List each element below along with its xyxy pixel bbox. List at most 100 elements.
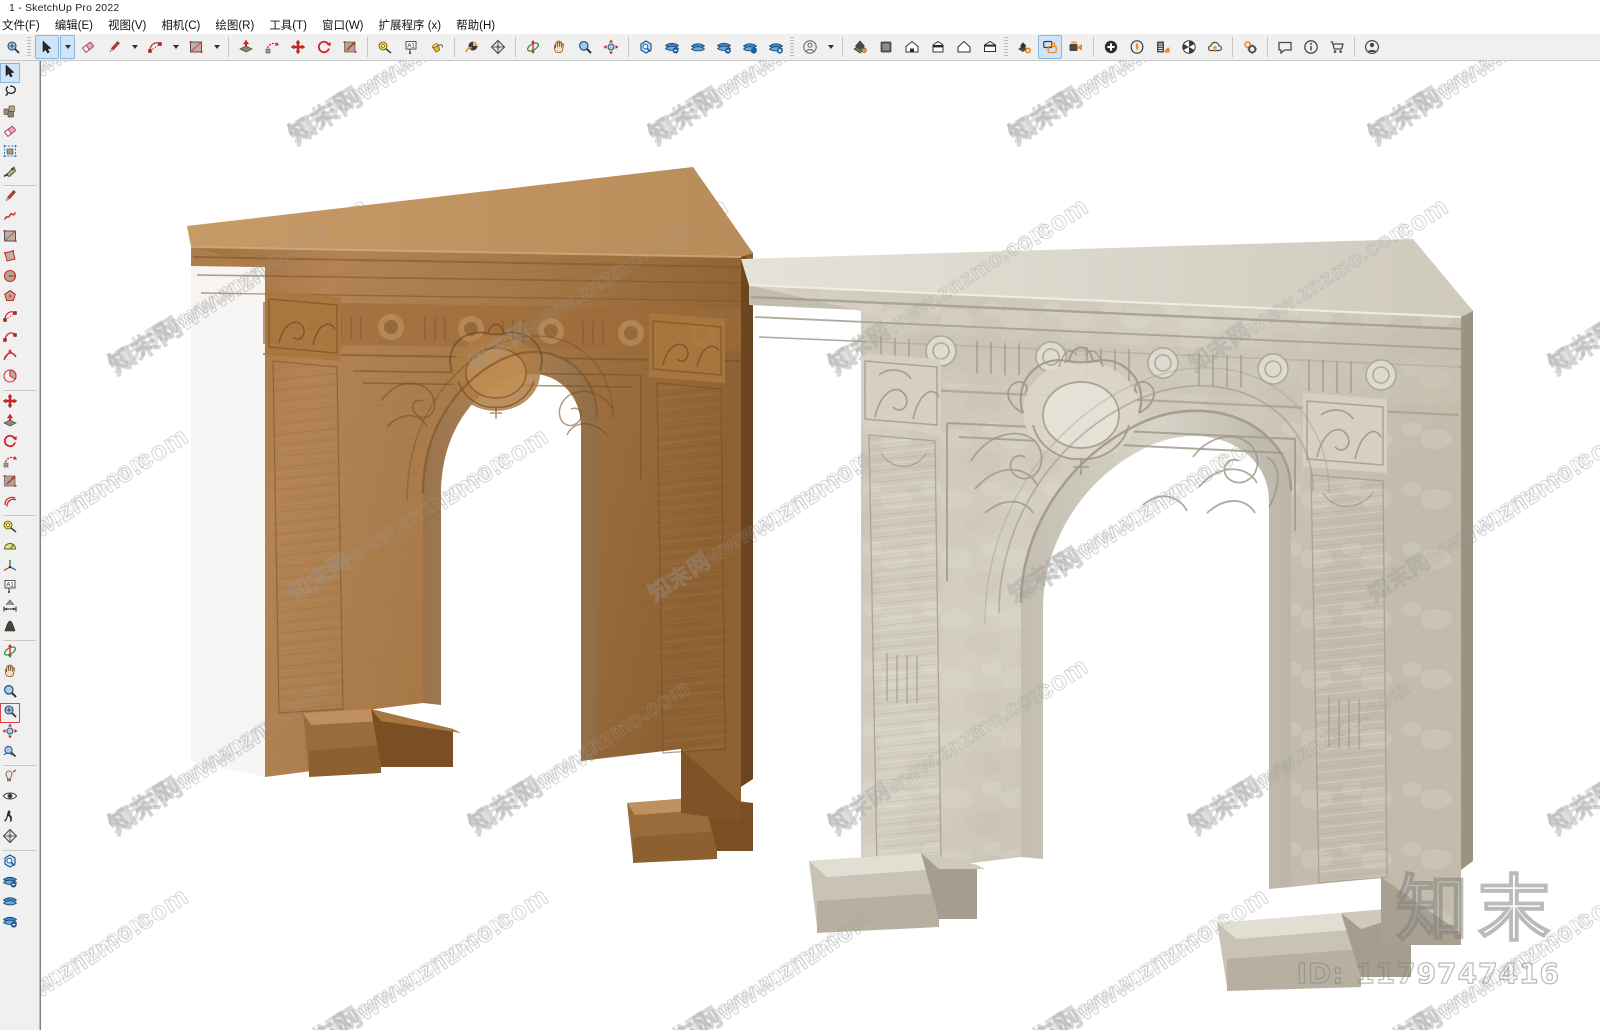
lt-scale-tool[interactable] [0, 473, 20, 493]
split-button[interactable] [764, 35, 788, 59]
lt-eraser-tool[interactable] [0, 123, 20, 143]
vray-light-button[interactable] [1125, 35, 1149, 59]
text-tool-button[interactable]: A1 [399, 35, 423, 59]
lt-rotate-tool[interactable] [0, 433, 20, 453]
solid-inspector-button[interactable] [634, 35, 658, 59]
lt-subtract-tool[interactable] [0, 913, 20, 933]
chevron-down-icon[interactable] [209, 35, 224, 59]
lt-offset-tool[interactable] [0, 493, 20, 513]
account-button[interactable] [798, 35, 822, 59]
lt-zoom-window-tool[interactable] [0, 723, 20, 743]
lt-tape-measure-tool[interactable] [0, 518, 20, 538]
arc-tool-button[interactable] [143, 35, 167, 59]
scale-tool-button[interactable] [338, 35, 362, 59]
settings-button[interactable] [1238, 35, 1262, 59]
lt-make-component-tool[interactable] [0, 103, 20, 123]
profile-button[interactable] [1360, 35, 1384, 59]
vray-add-button[interactable] [1099, 35, 1123, 59]
materials-button[interactable] [460, 35, 484, 59]
chevron-down-icon[interactable] [60, 35, 75, 59]
menu-camera[interactable]: 相机(C) [154, 15, 207, 35]
pushpull-tool-button[interactable] [234, 35, 258, 59]
scenes-video-button[interactable] [1064, 35, 1088, 59]
eraser-tool-button[interactable] [76, 35, 100, 59]
subtract-button[interactable] [712, 35, 736, 59]
zoom-tool-button[interactable] [573, 35, 597, 59]
lt-move-tool[interactable] [0, 393, 20, 413]
store-button[interactable] [1325, 35, 1349, 59]
move-tool-button[interactable] [286, 35, 310, 59]
lt-intersect-tool[interactable] [0, 873, 20, 893]
lt-text-tool[interactable]: A1 [0, 578, 20, 598]
menu-help[interactable]: 帮助(H) [449, 15, 502, 35]
lt-position-camera-tool[interactable] [0, 768, 20, 788]
lt-previous-view-tool[interactable] [0, 743, 20, 763]
right-view-button[interactable] [900, 35, 924, 59]
lt-tag-tool[interactable] [0, 163, 20, 183]
rotate-tool-button[interactable] [312, 35, 336, 59]
paint-bucket-button[interactable] [425, 35, 449, 59]
modeling-viewport[interactable]: 知末网www.znzmo.com 知末网www.znzmo.com 知末网www.z… [41, 61, 1600, 1030]
lt-rotated-rectangle-tool[interactable] [0, 248, 20, 268]
vray-asset-editor-button[interactable] [1151, 35, 1175, 59]
menu-draw[interactable]: 绘图(R) [208, 15, 261, 35]
tape-measure-button[interactable] [373, 35, 397, 59]
lt-pan-tool[interactable] [0, 663, 20, 683]
rectangle-tool-button[interactable] [184, 35, 208, 59]
lt-freehand-tool[interactable] [0, 208, 20, 228]
trim-button[interactable] [738, 35, 762, 59]
front-view-button[interactable] [874, 35, 898, 59]
union-button[interactable] [686, 35, 710, 59]
iso-view-button[interactable] [848, 35, 872, 59]
lt-select-tool[interactable] [0, 63, 20, 83]
sync-model-button[interactable] [1038, 35, 1062, 59]
lt-zoom-tool[interactable] [0, 683, 20, 703]
lt-axes-tool[interactable] [0, 558, 20, 578]
lt-dimension-tool[interactable] [0, 598, 20, 618]
menu-view[interactable]: 视图(V) [101, 15, 153, 35]
intersect-button[interactable] [660, 35, 684, 59]
lt-look-around-tool[interactable] [0, 788, 20, 808]
left-view-button[interactable] [952, 35, 976, 59]
zoom-extents-button[interactable] [1, 35, 25, 59]
lt-solid-inspector-tool[interactable] [0, 853, 20, 873]
chevron-down-icon[interactable] [127, 35, 142, 59]
lt-pie-tool[interactable] [0, 368, 20, 388]
vray-cloud-button[interactable] [1203, 35, 1227, 59]
lt-rectangle-tool[interactable] [0, 228, 20, 248]
line-tool-button[interactable] [102, 35, 126, 59]
menu-extensions[interactable]: 扩展程序 (x) [372, 15, 449, 35]
lt-pushpull-tool[interactable] [0, 413, 20, 433]
top-view-button[interactable] [978, 35, 1002, 59]
feedback-button[interactable] [1273, 35, 1297, 59]
lt-polygon-tool[interactable] [0, 288, 20, 308]
back-view-button[interactable] [926, 35, 950, 59]
info-button[interactable] [1299, 35, 1323, 59]
lt-union-tool[interactable] [0, 893, 20, 913]
select-tool-button[interactable] [35, 35, 59, 59]
chevron-down-icon[interactable] [823, 35, 838, 59]
lt-orbit-tool[interactable] [0, 643, 20, 663]
lt-arc-tool[interactable] [0, 308, 20, 328]
lt-3point-arc-tool[interactable] [0, 348, 20, 368]
vray-render-button[interactable] [1177, 35, 1201, 59]
followme-tool-button[interactable] [260, 35, 284, 59]
lt-circle-tool[interactable] [0, 268, 20, 288]
pan-tool-button[interactable] [547, 35, 571, 59]
chevron-down-icon[interactable] [168, 35, 183, 59]
lt-protractor-tool[interactable] [0, 538, 20, 558]
lt-2point-arc-tool[interactable] [0, 328, 20, 348]
lt-line-tool[interactable] [0, 188, 20, 208]
orbit-tool-button[interactable] [521, 35, 545, 59]
lt-3dtext-tool[interactable] [0, 618, 20, 638]
lt-section-plane-tool[interactable] [0, 828, 20, 848]
section-plane-button[interactable] [486, 35, 510, 59]
menu-edit[interactable]: 编辑(E) [48, 15, 100, 35]
lt-followme-tool[interactable] [0, 453, 20, 473]
lt-walk-tool[interactable] [0, 808, 20, 828]
lt-zoom-extents-tool[interactable] [0, 703, 20, 723]
menu-file[interactable]: 文件(F) [0, 15, 47, 35]
menu-window[interactable]: 窗口(W) [315, 15, 371, 35]
lt-group-tool[interactable] [0, 143, 20, 163]
lt-lasso-select-tool[interactable] [0, 83, 20, 103]
